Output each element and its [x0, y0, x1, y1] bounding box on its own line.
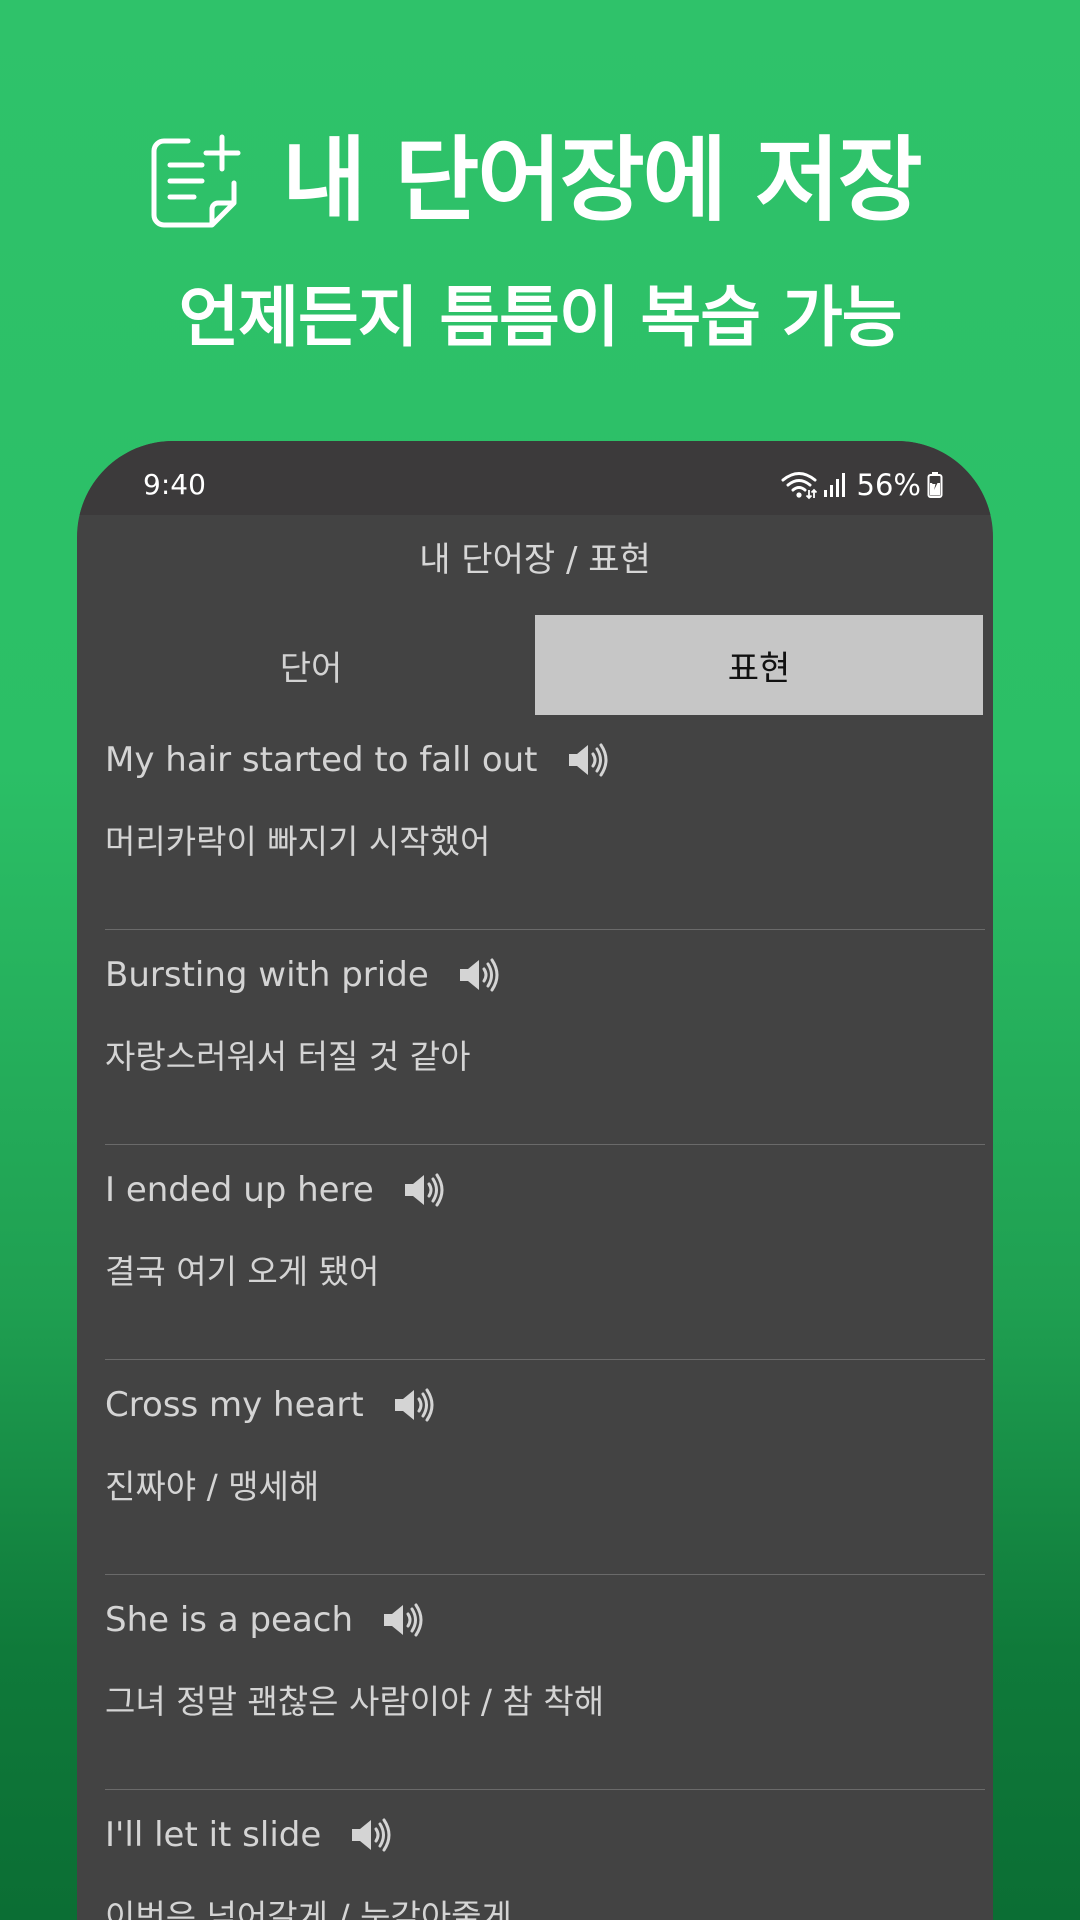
expression-row: She is a peach: [105, 1595, 425, 1645]
expression-english: She is a peach: [105, 1600, 354, 1640]
expression-row: Cross my heart: [105, 1380, 436, 1430]
list-item[interactable]: I'll let it slide 이번은 넘어갈게 / 눈감아줄게: [105, 1790, 985, 1920]
list-item[interactable]: She is a peach 그녀 정말 괜찮은 사람이야 / 참 착해: [105, 1575, 985, 1790]
expression-korean: 자랑스러워서 터질 것 같아: [105, 1037, 471, 1076]
expression-row: My hair started to fall out: [105, 735, 610, 785]
speaker-icon[interactable]: [402, 1172, 446, 1208]
tab-words[interactable]: 단어: [87, 615, 535, 715]
add-note-icon: [151, 134, 241, 228]
status-bar: 9:40 56%: [77, 441, 993, 515]
phone-frame: 9:40 56% 내 단어장 / 표현 단어 표현 My hair starte…: [77, 441, 993, 1920]
app-header: 내 단어장 / 표현: [77, 515, 993, 615]
status-time: 9:40: [143, 468, 206, 501]
list-item[interactable]: My hair started to fall out 머리카락이 빠지기 시작…: [105, 715, 985, 930]
expression-list: My hair started to fall out 머리카락이 빠지기 시작…: [105, 715, 985, 1920]
speaker-icon[interactable]: [566, 742, 610, 778]
wifi-icon: [781, 472, 817, 500]
promo-title-row: 내 단어장에 저장: [150, 126, 923, 236]
expression-korean: 진짜야 / 맹세해: [105, 1467, 320, 1506]
promo-title: 내 단어장에 저장: [282, 127, 923, 234]
expression-row: Bursting with pride: [105, 950, 501, 1000]
expression-korean: 결국 여기 오게 됐어: [105, 1252, 380, 1291]
promo-banner: 내 단어장에 저장 언제든지 틈틈이 복습 가능: [0, 0, 1080, 420]
battery-percent: 56%: [856, 467, 921, 502]
speaker-icon[interactable]: [349, 1817, 393, 1853]
page-title: 내 단어장 / 표현: [419, 540, 651, 580]
expression-row: I'll let it slide: [105, 1810, 393, 1860]
promo-subtitle: 언제든지 틈틈이 복습 가능: [178, 279, 903, 356]
expression-korean: 이번은 넘어갈게 / 눈감아줄게: [105, 1897, 512, 1920]
expression-english: My hair started to fall out: [105, 740, 538, 780]
expression-english: I'll let it slide: [105, 1815, 322, 1855]
expression-korean: 그녀 정말 괜찮은 사람이야 / 참 착해: [105, 1682, 605, 1721]
list-item[interactable]: Cross my heart 진짜야 / 맹세해: [105, 1360, 985, 1575]
signal-icon: [823, 473, 845, 497]
tab-expressions[interactable]: 표현: [535, 615, 983, 715]
tab-bar: 단어 표현: [87, 615, 983, 715]
expression-english: Cross my heart: [105, 1385, 364, 1425]
speaker-icon[interactable]: [381, 1602, 425, 1638]
speaker-icon[interactable]: [457, 957, 501, 993]
expression-english: I ended up here: [105, 1170, 374, 1210]
expression-row: I ended up here: [105, 1165, 446, 1215]
speaker-icon[interactable]: [392, 1387, 436, 1423]
expression-english: Bursting with pride: [105, 955, 429, 995]
list-item[interactable]: Bursting with pride 자랑스러워서 터질 것 같아: [105, 930, 985, 1145]
expression-korean: 머리카락이 빠지기 시작했어: [105, 822, 491, 861]
status-icons: 56%: [781, 467, 943, 503]
list-item[interactable]: I ended up here 결국 여기 오게 됐어: [105, 1145, 985, 1360]
battery-charging-icon: [927, 472, 943, 498]
